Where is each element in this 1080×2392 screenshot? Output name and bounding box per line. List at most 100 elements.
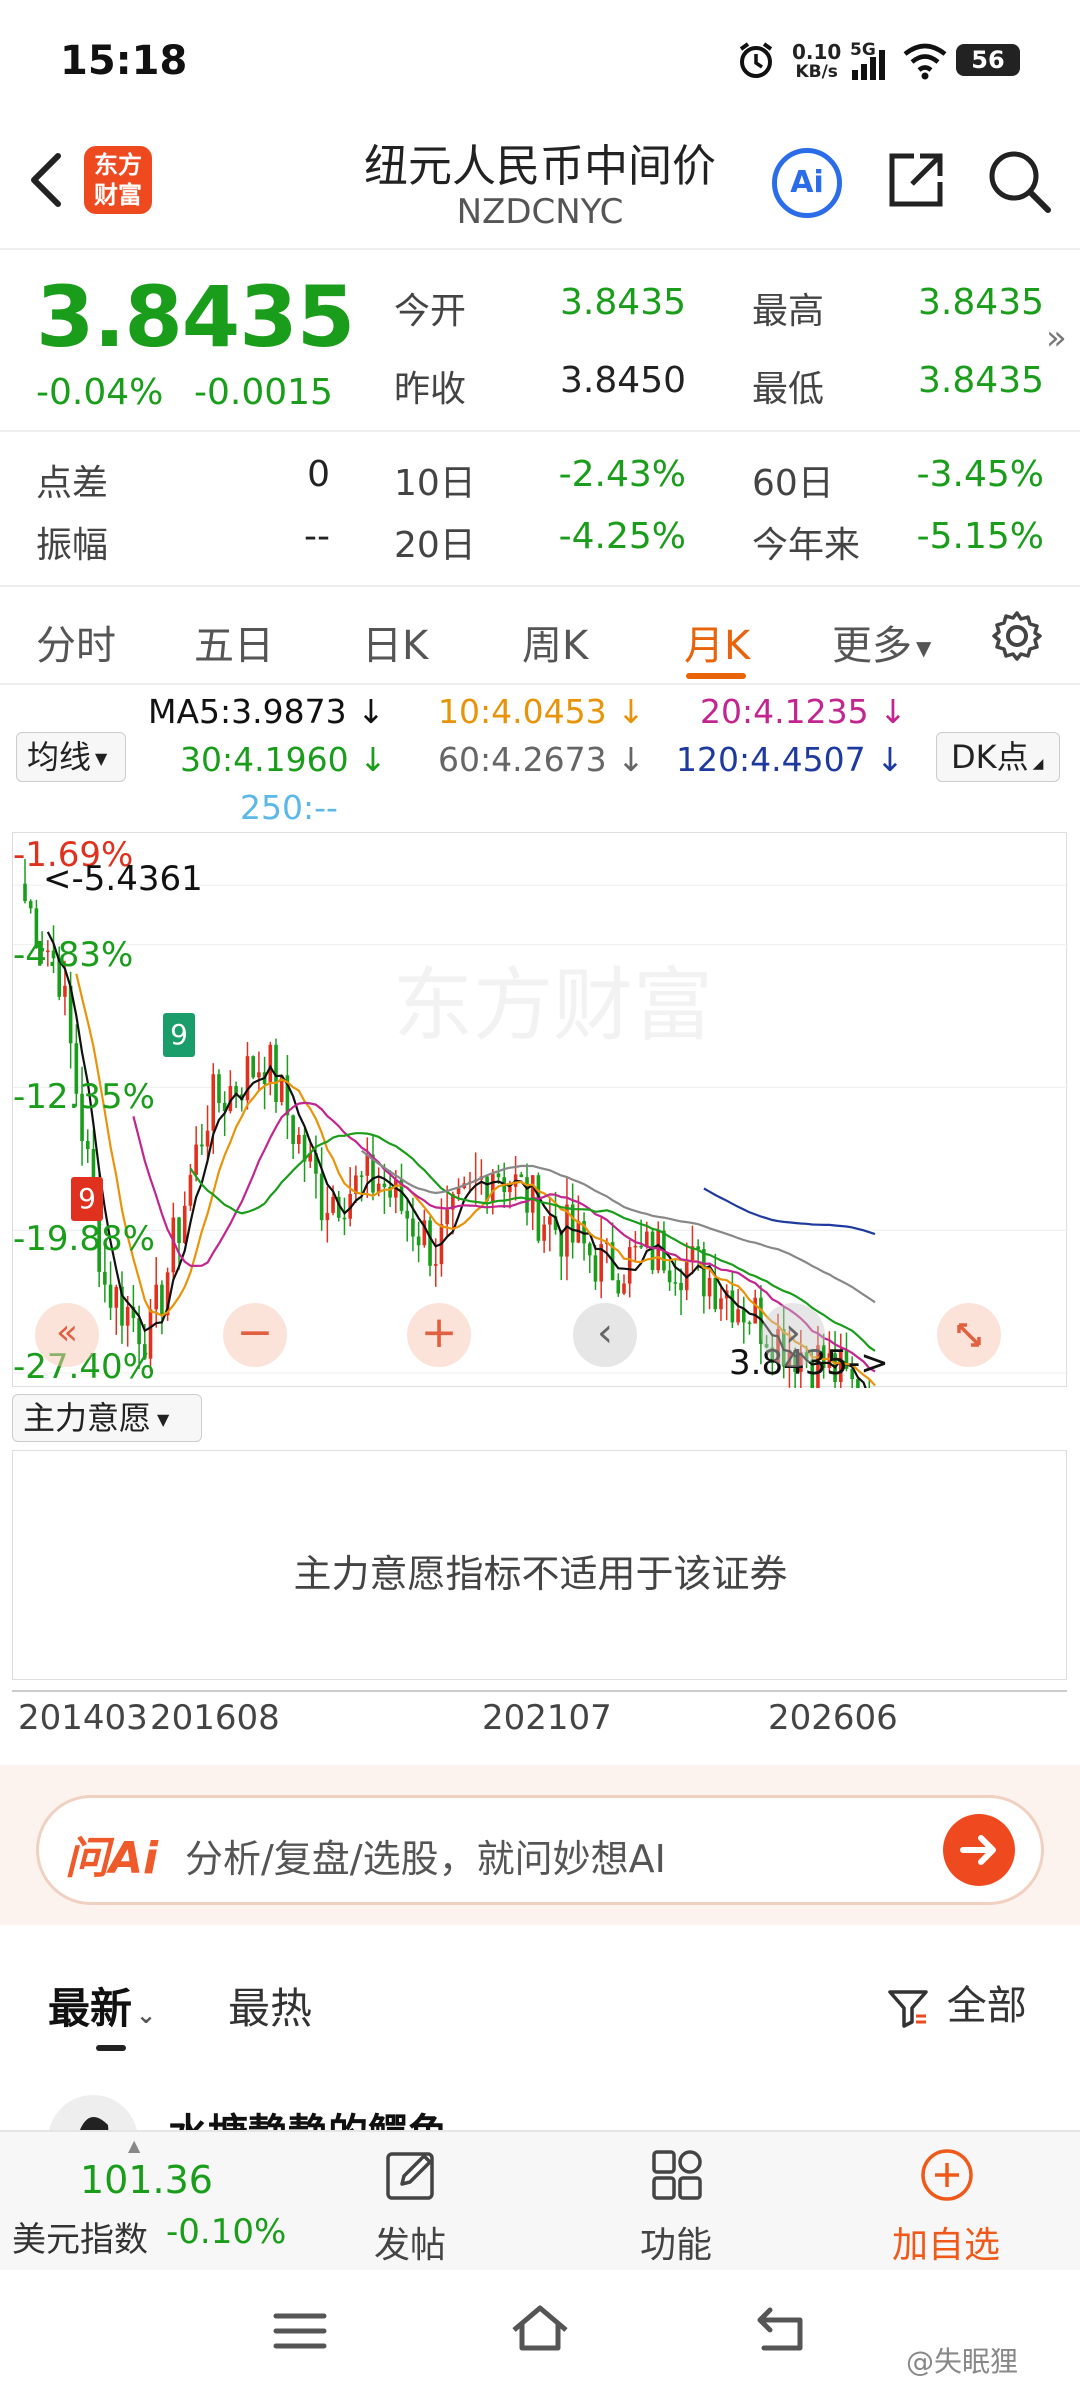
candle-body bbox=[359, 1175, 364, 1177]
candle-body bbox=[593, 1255, 598, 1282]
tab-weekly-k[interactable]: 周K bbox=[522, 613, 588, 671]
post-button[interactable]: 发帖 bbox=[310, 2132, 510, 2272]
ai-section: 问Ai 分析/复盘/选股，就问妙想AI bbox=[0, 1765, 1080, 1925]
ai-search-placeholder: 分析/复盘/选股，就问妙想AI bbox=[185, 1837, 666, 1881]
candle-body bbox=[257, 1072, 261, 1078]
tab-hot[interactable]: 最热 bbox=[228, 1975, 312, 2036]
tab-latest[interactable]: 最新 ⌄ bbox=[48, 1975, 156, 2036]
candle-body bbox=[325, 1212, 330, 1221]
d10-value: -2.43% bbox=[558, 454, 686, 495]
status-bar: 15:18 0.10 KB/s 5G 56 bbox=[0, 0, 1080, 130]
zoom-out-button[interactable]: − bbox=[223, 1303, 287, 1367]
d60-value: -3.45% bbox=[916, 454, 1044, 495]
filter-icon bbox=[886, 1983, 943, 2029]
scroll-left-button[interactable]: « bbox=[35, 1303, 99, 1367]
indicator-selector[interactable]: 主力意愿 ▼ bbox=[12, 1394, 202, 1442]
add-watchlist-button[interactable]: 加自选 bbox=[846, 2132, 1046, 2272]
tab-monthly-k[interactable]: 月K bbox=[684, 613, 750, 671]
add-watchlist-label: 加自选 bbox=[891, 2225, 1000, 2266]
pct-label-4: -19.88% bbox=[13, 1219, 155, 1259]
candle-body bbox=[702, 1249, 706, 1297]
filter-button[interactable]: 全部 bbox=[886, 1973, 1027, 2031]
candle-body bbox=[177, 1217, 181, 1243]
chevron-down-icon: ⌄ bbox=[136, 2001, 157, 2029]
arrow-right-icon bbox=[960, 1835, 996, 1865]
corner-caret-icon: ◢ bbox=[1032, 756, 1044, 772]
tab-five-day[interactable]: 五日 bbox=[194, 613, 274, 671]
kline-chart[interactable]: 东方财富 -1.69% <-5.4361 -4.83% -12.35% -19.… bbox=[12, 832, 1068, 1388]
candle-body bbox=[108, 1284, 113, 1308]
candle-body bbox=[633, 1245, 638, 1248]
feed-section: 最新⌄ 最热 全部 水塘静静的鳄鱼 bbox=[0, 1925, 1080, 2185]
tab-daily-k[interactable]: 日K bbox=[362, 613, 428, 671]
zoom-in-button[interactable]: + bbox=[407, 1303, 471, 1367]
user-watermark: @失眠狸 bbox=[906, 2345, 1019, 2378]
caret-up-icon: ▲ bbox=[128, 2136, 141, 2155]
candle-body bbox=[490, 1173, 495, 1201]
candle-body bbox=[251, 1056, 255, 1078]
candle-body bbox=[160, 1284, 164, 1316]
candle-body bbox=[433, 1264, 438, 1266]
ai-submit-button[interactable] bbox=[943, 1814, 1015, 1886]
dk-point-button[interactable]: DK点 ◢ bbox=[936, 732, 1060, 782]
period-tabs: 分时 五日 日K 周K 月K 更多 ▼ bbox=[0, 585, 1080, 685]
ai-brand-logo: 问Ai bbox=[65, 1833, 159, 1884]
candle-body bbox=[416, 1236, 421, 1246]
ma30-value: 30:4.1960 ↓ bbox=[180, 740, 387, 779]
candle-body bbox=[63, 985, 67, 997]
fullscreen-button[interactable] bbox=[937, 1303, 1001, 1367]
search-icon[interactable] bbox=[986, 148, 1052, 218]
candle-body bbox=[536, 1175, 541, 1241]
post-label: 发帖 bbox=[373, 2225, 446, 2266]
caret-down-icon: ▼ bbox=[157, 1410, 170, 1429]
candle-body bbox=[736, 1309, 740, 1323]
next-button[interactable]: › bbox=[761, 1303, 825, 1367]
plus-circle-icon bbox=[921, 2149, 973, 2201]
share-icon[interactable] bbox=[884, 148, 948, 216]
alarm-icon bbox=[736, 40, 776, 84]
candle-body bbox=[331, 1196, 335, 1213]
spread-label: 点差 bbox=[36, 463, 109, 504]
index-value: 101.36 bbox=[80, 2158, 213, 2202]
ai-assistant-button[interactable]: Ai bbox=[772, 148, 842, 218]
back-nav-icon[interactable] bbox=[752, 2302, 812, 2356]
candle-body bbox=[650, 1231, 655, 1271]
candle-body bbox=[188, 1174, 193, 1206]
candle-body bbox=[405, 1210, 410, 1219]
candle-body bbox=[639, 1245, 643, 1248]
caret-down-icon: ▼ bbox=[916, 636, 932, 660]
candle-body bbox=[519, 1174, 524, 1178]
candle-body bbox=[496, 1173, 501, 1178]
ma-selector[interactable]: 均线 ▼ bbox=[16, 732, 126, 782]
candle-body bbox=[713, 1277, 718, 1310]
candle-body bbox=[428, 1220, 432, 1266]
candle-body bbox=[297, 1134, 301, 1145]
expand-quote-icon[interactable]: » bbox=[1046, 318, 1067, 358]
wifi-icon bbox=[902, 42, 948, 84]
prev-button[interactable]: ‹ bbox=[573, 1303, 637, 1367]
tab-intraday[interactable]: 分时 bbox=[36, 613, 116, 671]
signal-icon: 5G bbox=[850, 40, 890, 86]
related-index[interactable]: ▲ 101.36 美元指数 -0.10% bbox=[0, 2132, 286, 2272]
functions-button[interactable]: 功能 bbox=[576, 2132, 776, 2272]
settings-icon[interactable] bbox=[990, 609, 1044, 667]
d10-label: 10日 bbox=[394, 463, 476, 504]
candle-body bbox=[719, 1298, 723, 1310]
ai-search-bar[interactable]: 问Ai 分析/复盘/选股，就问妙想AI bbox=[36, 1795, 1044, 1905]
active-feed-underline bbox=[96, 2045, 126, 2051]
candle-body bbox=[103, 1271, 107, 1285]
ytd-value: -5.15% bbox=[916, 516, 1044, 557]
candle-body bbox=[125, 1306, 130, 1326]
menu-icon[interactable] bbox=[270, 2306, 330, 2356]
candle-body bbox=[211, 1074, 216, 1131]
divider bbox=[0, 430, 1080, 432]
candle-body bbox=[200, 1144, 204, 1147]
candle-body bbox=[194, 1144, 198, 1175]
chart-watermark: 东方财富 bbox=[393, 959, 713, 1052]
candle-body bbox=[616, 1280, 621, 1294]
system-nav-bar: @失眠狸 bbox=[0, 2270, 1080, 2392]
home-icon[interactable] bbox=[508, 2300, 572, 2356]
candle-body bbox=[382, 1183, 387, 1188]
tab-more[interactable]: 更多 ▼ bbox=[832, 613, 931, 671]
low-label: 最低 bbox=[752, 369, 825, 410]
